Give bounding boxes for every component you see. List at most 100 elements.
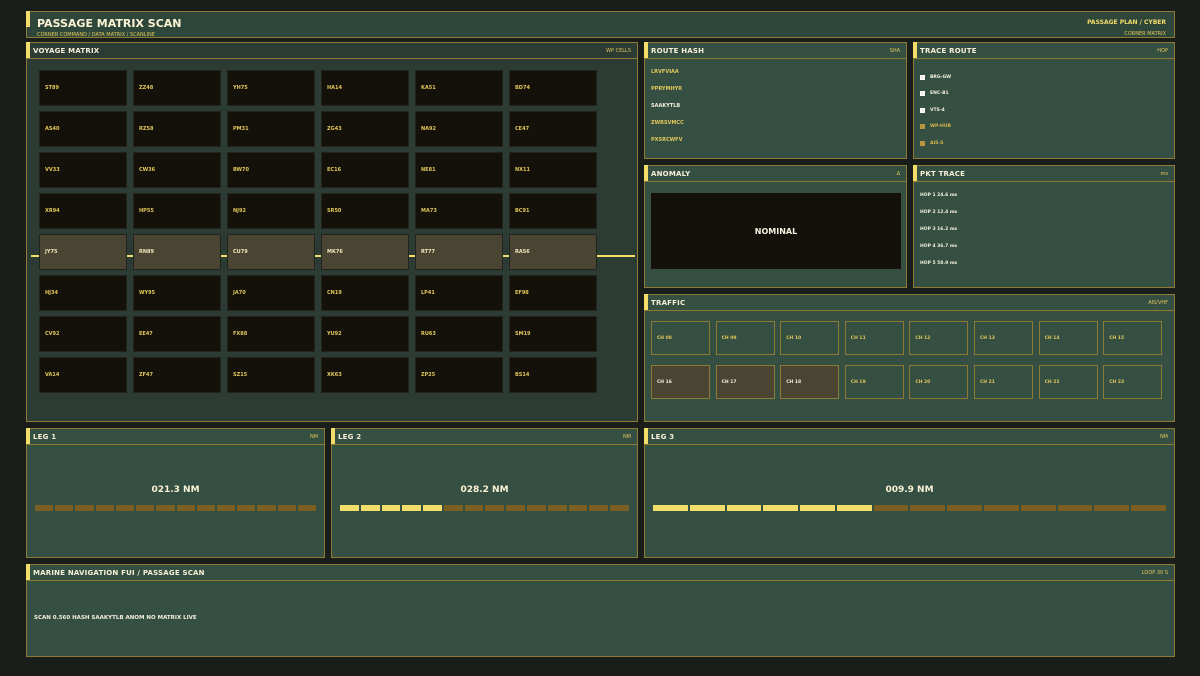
channel-cell[interactable]: CH 20 (909, 365, 969, 399)
progress-segment (443, 505, 463, 511)
channel-cell[interactable]: CH 13 (974, 321, 1033, 355)
matrix-cell[interactable]: NJ92 (227, 193, 315, 229)
matrix-cell[interactable]: FX88 (227, 316, 315, 352)
progress-segment (423, 505, 442, 511)
progress-segment (156, 505, 175, 511)
panel-unit: AIS/VHF (1148, 299, 1168, 306)
hop-checkbox[interactable] (920, 140, 925, 146)
hop-checkbox[interactable] (920, 107, 925, 113)
matrix-cell[interactable]: EC16 (321, 152, 409, 188)
matrix-cell[interactable]: ST89 (39, 70, 127, 106)
matrix-cell[interactable]: XR94 (39, 193, 127, 229)
channel-cell[interactable]: CH 17 (715, 365, 775, 399)
channel-cell[interactable]: CH 14 (1038, 321, 1098, 355)
progress-segment (340, 505, 359, 511)
route-hop[interactable]: AIS-S (920, 135, 951, 152)
channel-cell[interactable]: CH 23 (1103, 365, 1163, 399)
matrix-cell[interactable]: KA51 (415, 70, 503, 106)
matrix-cell[interactable]: YU92 (321, 316, 409, 352)
matrix-cell[interactable]: RT77 (415, 234, 503, 270)
leg-progress-bar (35, 505, 317, 511)
progress-segment (763, 505, 799, 511)
matrix-cell[interactable]: MK76 (321, 234, 409, 270)
progress-segment (297, 505, 317, 511)
matrix-cell[interactable]: NX11 (509, 152, 597, 188)
matrix-cell[interactable]: BC91 (509, 193, 597, 229)
channel-cell[interactable]: CH 12 (909, 321, 969, 355)
hop-checkbox[interactable] (920, 74, 925, 80)
route-hop[interactable]: ENC-B1 (920, 86, 951, 103)
matrix-cell[interactable]: MA73 (415, 193, 503, 229)
hop-checkbox[interactable] (920, 91, 925, 97)
matrix-cell[interactable]: YH75 (227, 70, 315, 106)
panel-header: TRACE ROUTE HOP (914, 43, 1174, 59)
progress-segment (216, 505, 236, 511)
panel-title: PKT TRACE (920, 169, 966, 178)
channel-cell[interactable]: CH 16 (651, 365, 710, 399)
matrix-cell[interactable]: ZG43 (321, 111, 409, 147)
matrix-cell[interactable]: BD74 (509, 70, 597, 106)
channel-cell[interactable]: CH 08 (651, 321, 710, 355)
matrix-cell[interactable]: CW36 (133, 152, 221, 188)
progress-segment (547, 505, 567, 511)
channel-cell[interactable]: CH 18 (780, 365, 840, 399)
channel-cell[interactable]: CH 21 (974, 365, 1033, 399)
matrix-cell[interactable]: RZ58 (133, 111, 221, 147)
matrix-cell[interactable]: PM31 (227, 111, 315, 147)
matrix-cell[interactable]: SZ15 (227, 357, 315, 393)
matrix-cell[interactable]: EF98 (509, 275, 597, 311)
matrix-cell[interactable]: RN89 (133, 234, 221, 270)
matrix-cell[interactable]: RA56 (509, 234, 597, 270)
matrix-cell[interactable]: NE81 (415, 152, 503, 188)
progress-segment (589, 505, 609, 511)
top-header: PASSAGE MATRIX SCAN CORNER COMMAND / DAT… (26, 11, 1175, 38)
progress-segment (176, 505, 195, 511)
matrix-cell[interactable]: RU63 (415, 316, 503, 352)
matrix-cell[interactable]: CE47 (509, 111, 597, 147)
route-hop[interactable]: VTS-4 (920, 102, 951, 119)
matrix-cell[interactable]: VV33 (39, 152, 127, 188)
matrix-cell[interactable]: SM19 (509, 316, 597, 352)
route-hop[interactable]: BRG-GW (920, 69, 951, 86)
matrix-cell[interactable]: ZZ48 (133, 70, 221, 106)
matrix-cell[interactable]: VA14 (39, 357, 127, 393)
panel-unit: LOOP 30 S (1141, 569, 1168, 576)
matrix-cell[interactable]: CN19 (321, 275, 409, 311)
matrix-cell[interactable]: AS40 (39, 111, 127, 147)
channel-cell[interactable]: CH 22 (1038, 365, 1098, 399)
matrix-cell[interactable]: EE47 (133, 316, 221, 352)
channel-cell[interactable]: CH 11 (844, 321, 904, 355)
matrix-cell[interactable]: HJ34 (39, 275, 127, 311)
channel-cell[interactable]: CH 09 (715, 321, 775, 355)
progress-segment (836, 505, 872, 511)
matrix-cell[interactable]: LP41 (415, 275, 503, 311)
hop-checkbox[interactable] (920, 124, 925, 130)
matrix-cell[interactable]: WY95 (133, 275, 221, 311)
panel-unit: NM (309, 433, 318, 440)
matrix-cell[interactable]: HA14 (321, 70, 409, 106)
channel-cell[interactable]: CH 10 (780, 321, 840, 355)
matrix-cell[interactable]: CV92 (39, 316, 127, 352)
matrix-cell[interactable]: ZP25 (415, 357, 503, 393)
matrix-cell[interactable]: XK63 (321, 357, 409, 393)
matrix-cell[interactable]: NA92 (415, 111, 503, 147)
matrix-grid: ST89 ZZ48 YH75 HA14 KA51 BD74 AS40 RZ58 PM31 ZG43… (39, 70, 597, 393)
hash-list: LRVFVIAA PPRYMHYR SAAKYTLB ZWRSVMCC PXSRCWFV (651, 69, 684, 154)
route-hop[interactable]: WP-HUB (920, 119, 951, 136)
channel-cell[interactable]: CH 15 (1103, 321, 1163, 355)
matrix-cell[interactable]: JA70 (227, 275, 315, 311)
matrix-cell[interactable]: JY75 (39, 234, 127, 270)
matrix-cell[interactable]: SR50 (321, 193, 409, 229)
footer-panel: MARINE NAVIGATION FUI / PASSAGE SCAN LOO… (26, 564, 1175, 657)
channel-cell[interactable]: CH 19 (844, 365, 904, 399)
progress-segment (1094, 505, 1130, 511)
matrix-cell[interactable]: BS14 (509, 357, 597, 393)
pkt-hop: HOP 3 16.2 ms (920, 227, 958, 232)
hash-item: SAAKYTLB (651, 103, 681, 109)
panel-header: LEG 2 NM (332, 429, 637, 445)
matrix-cell[interactable]: ZF47 (133, 357, 221, 393)
matrix-cell[interactable]: BW70 (227, 152, 315, 188)
matrix-cell[interactable]: HP55 (133, 193, 221, 229)
matrix-cell[interactable]: CU79 (227, 234, 315, 270)
panel-title: VOYAGE MATRIX (33, 46, 100, 55)
